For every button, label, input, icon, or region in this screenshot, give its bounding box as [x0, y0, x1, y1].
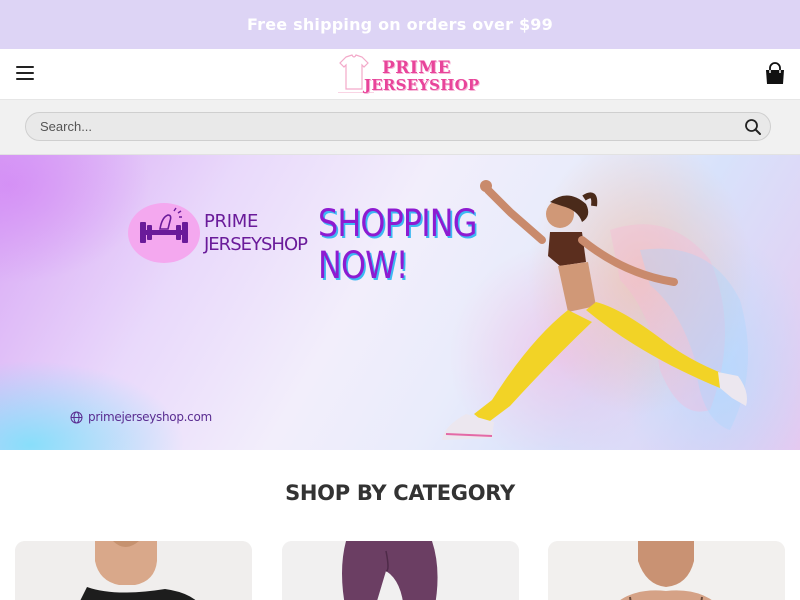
section-title-shop-by-category: SHOP BY CATEGORY [285, 481, 515, 505]
search-input[interactable] [40, 113, 730, 140]
search-bar-section [0, 100, 800, 155]
hero-banner[interactable]: PRIME JERSEYSHOP SHOPPING NOW! primejers… [0, 155, 800, 450]
logo-text-jerseyshop: JERSEYSHOP [364, 76, 480, 94]
search-box [25, 112, 771, 141]
hero-brand-line1: PRIME [204, 211, 259, 232]
promo-text: Free shipping on orders over $99 [247, 15, 553, 34]
site-logo[interactable]: PRIME JERSEYSHOP [330, 52, 490, 98]
shopping-bag-icon[interactable] [763, 62, 787, 86]
category-card-bras[interactable] [548, 541, 785, 600]
globe-icon [70, 411, 83, 423]
category-image-leggings [282, 541, 519, 600]
promo-bar: Free shipping on orders over $99 [0, 0, 800, 49]
hero-headline-line2: NOW! [318, 244, 408, 287]
dumbbell-icon [140, 207, 188, 243]
hamburger-menu-icon[interactable] [16, 66, 34, 82]
site-header: PRIME JERSEYSHOP [0, 49, 800, 100]
hero-brand-line2: JERSEYSHOP [204, 234, 308, 255]
hero-website: primejerseyshop.com [70, 410, 212, 424]
running-athlete-image [442, 180, 748, 440]
category-card-tops[interactable] [15, 541, 252, 600]
category-image-bras [548, 541, 785, 600]
search-icon[interactable] [744, 118, 762, 136]
dumbbell-logo-badge [128, 203, 200, 263]
category-image-tops [15, 541, 252, 600]
logo-text-prime: PRIME [382, 58, 452, 78]
category-card-leggings[interactable] [282, 541, 519, 600]
hero-website-text: primejerseyshop.com [88, 410, 212, 424]
